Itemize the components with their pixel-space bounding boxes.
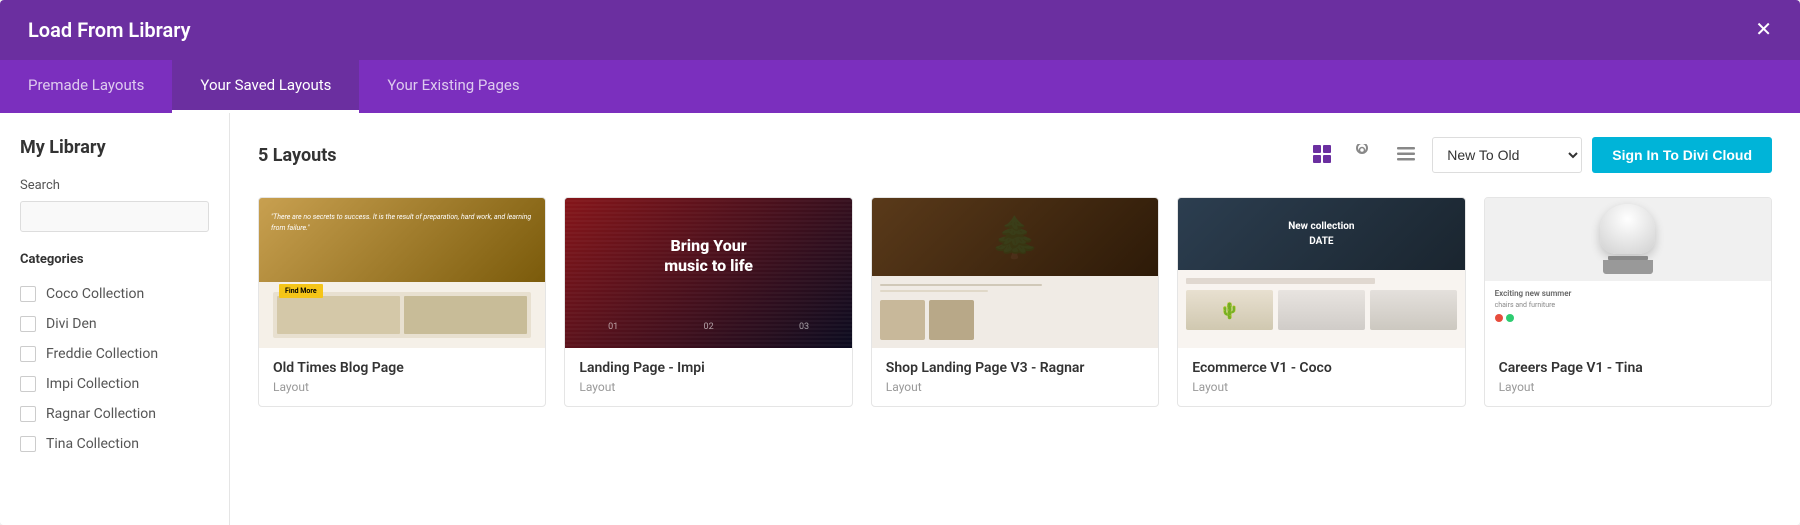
layout-name-careers-tina: Careers Page V1 - Tina	[1499, 360, 1757, 376]
layout-type-ecommerce-coco: Layout	[1192, 380, 1450, 394]
category-label-ragnar: Ragnar Collection	[46, 406, 156, 422]
list-view-button[interactable]	[1390, 138, 1422, 173]
layouts-grid: "There are no secrets to success. It is …	[258, 197, 1772, 407]
modal: Load From Library ✕ Premade Layouts Your…	[0, 0, 1800, 525]
modal-body: My Library Search Categories Coco Collec…	[0, 113, 1800, 525]
category-item-divi-den[interactable]: Divi Den	[20, 309, 209, 339]
layout-card-old-times-blog[interactable]: "There are no secrets to success. It is …	[258, 197, 546, 407]
category-item-coco[interactable]: Coco Collection	[20, 279, 209, 309]
categories-title: Categories	[20, 252, 209, 267]
category-checkbox-tina[interactable]	[20, 436, 36, 452]
layout-thumbnail-ecommerce-coco: New collectionDATE 🌵	[1178, 198, 1464, 348]
category-checkbox-divi-den[interactable]	[20, 316, 36, 332]
category-label-coco: Coco Collection	[46, 286, 144, 302]
categories-list: Coco Collection Divi Den Freddie Collect…	[20, 279, 209, 459]
layout-info-landing-impi: Landing Page - Impi Layout	[565, 348, 851, 406]
layout-thumbnail-landing-impi: Bring Yourmusic to life 01 02 03	[565, 198, 851, 348]
layout-thumbnail-old-times-blog: "There are no secrets to success. It is …	[259, 198, 545, 348]
layout-name-old-times-blog: Old Times Blog Page	[273, 360, 531, 376]
search-input[interactable]	[20, 201, 209, 232]
layout-name-ecommerce-coco: Ecommerce V1 - Coco	[1192, 360, 1450, 376]
category-item-tina[interactable]: Tina Collection	[20, 429, 209, 459]
category-label-impi: Impi Collection	[46, 376, 139, 392]
category-checkbox-freddie[interactable]	[20, 346, 36, 362]
layout-card-shop-ragnar[interactable]: 🌲 Shop Landing Page V3 - Ragnar Layout	[871, 197, 1159, 407]
layout-type-careers-tina: Layout	[1499, 380, 1757, 394]
layout-card-careers-tina[interactable]: Exciting new summer chairs and furniture…	[1484, 197, 1772, 407]
category-checkbox-coco[interactable]	[20, 286, 36, 302]
filter-icon	[1354, 144, 1374, 164]
layout-info-careers-tina: Careers Page V1 - Tina Layout	[1485, 348, 1771, 406]
category-label-tina: Tina Collection	[46, 436, 139, 452]
search-label: Search	[20, 178, 209, 193]
layout-card-landing-impi[interactable]: Bring Yourmusic to life 01 02 03 Landing…	[564, 197, 852, 407]
layout-type-landing-impi: Layout	[579, 380, 837, 394]
sidebar-title: My Library	[20, 137, 209, 158]
layout-type-shop-ragnar: Layout	[886, 380, 1144, 394]
layout-info-shop-ragnar: Shop Landing Page V3 - Ragnar Layout	[872, 348, 1158, 406]
modal-title: Load From Library	[28, 18, 191, 42]
header-controls: New To Old Old To New Sign In To Divi Cl…	[1306, 137, 1772, 173]
category-item-ragnar[interactable]: Ragnar Collection	[20, 399, 209, 429]
category-label-divi-den: Divi Den	[46, 316, 97, 332]
content-header: 5 Layouts	[258, 137, 1772, 173]
layouts-count: 5 Layouts	[258, 145, 337, 166]
layout-thumbnail-careers-tina: Exciting new summer chairs and furniture	[1485, 198, 1771, 348]
sort-select[interactable]: New To Old Old To New	[1432, 137, 1582, 173]
category-label-freddie: Freddie Collection	[46, 346, 158, 362]
sidebar: My Library Search Categories Coco Collec…	[0, 113, 230, 525]
modal-header: Load From Library ✕	[0, 0, 1800, 60]
tab-premade[interactable]: Premade Layouts	[0, 60, 172, 113]
grid-view-button[interactable]	[1306, 138, 1338, 173]
layout-type-old-times-blog: Layout	[273, 380, 531, 394]
main-content: 5 Layouts	[230, 113, 1800, 525]
tab-saved[interactable]: Your Saved Layouts	[172, 60, 359, 113]
category-item-impi[interactable]: Impi Collection	[20, 369, 209, 399]
grid-icon	[1312, 144, 1332, 164]
modal-close-button[interactable]: ✕	[1755, 20, 1772, 40]
layout-info-old-times-blog: Old Times Blog Page Layout	[259, 348, 545, 406]
layout-card-ecommerce-coco[interactable]: New collectionDATE 🌵 Ecommerce V1 - Coco…	[1177, 197, 1465, 407]
layout-name-landing-impi: Landing Page - Impi	[579, 360, 837, 376]
sign-in-button[interactable]: Sign In To Divi Cloud	[1592, 137, 1772, 173]
layout-name-shop-ragnar: Shop Landing Page V3 - Ragnar	[886, 360, 1144, 376]
filter-button[interactable]	[1348, 138, 1380, 173]
tab-existing[interactable]: Your Existing Pages	[359, 60, 547, 113]
tabs-bar: Premade Layouts Your Saved Layouts Your …	[0, 60, 1800, 113]
layout-thumbnail-shop-ragnar: 🌲	[872, 198, 1158, 348]
layout-info-ecommerce-coco: Ecommerce V1 - Coco Layout	[1178, 348, 1464, 406]
category-checkbox-ragnar[interactable]	[20, 406, 36, 422]
category-checkbox-impi[interactable]	[20, 376, 36, 392]
list-icon	[1396, 144, 1416, 164]
category-item-freddie[interactable]: Freddie Collection	[20, 339, 209, 369]
